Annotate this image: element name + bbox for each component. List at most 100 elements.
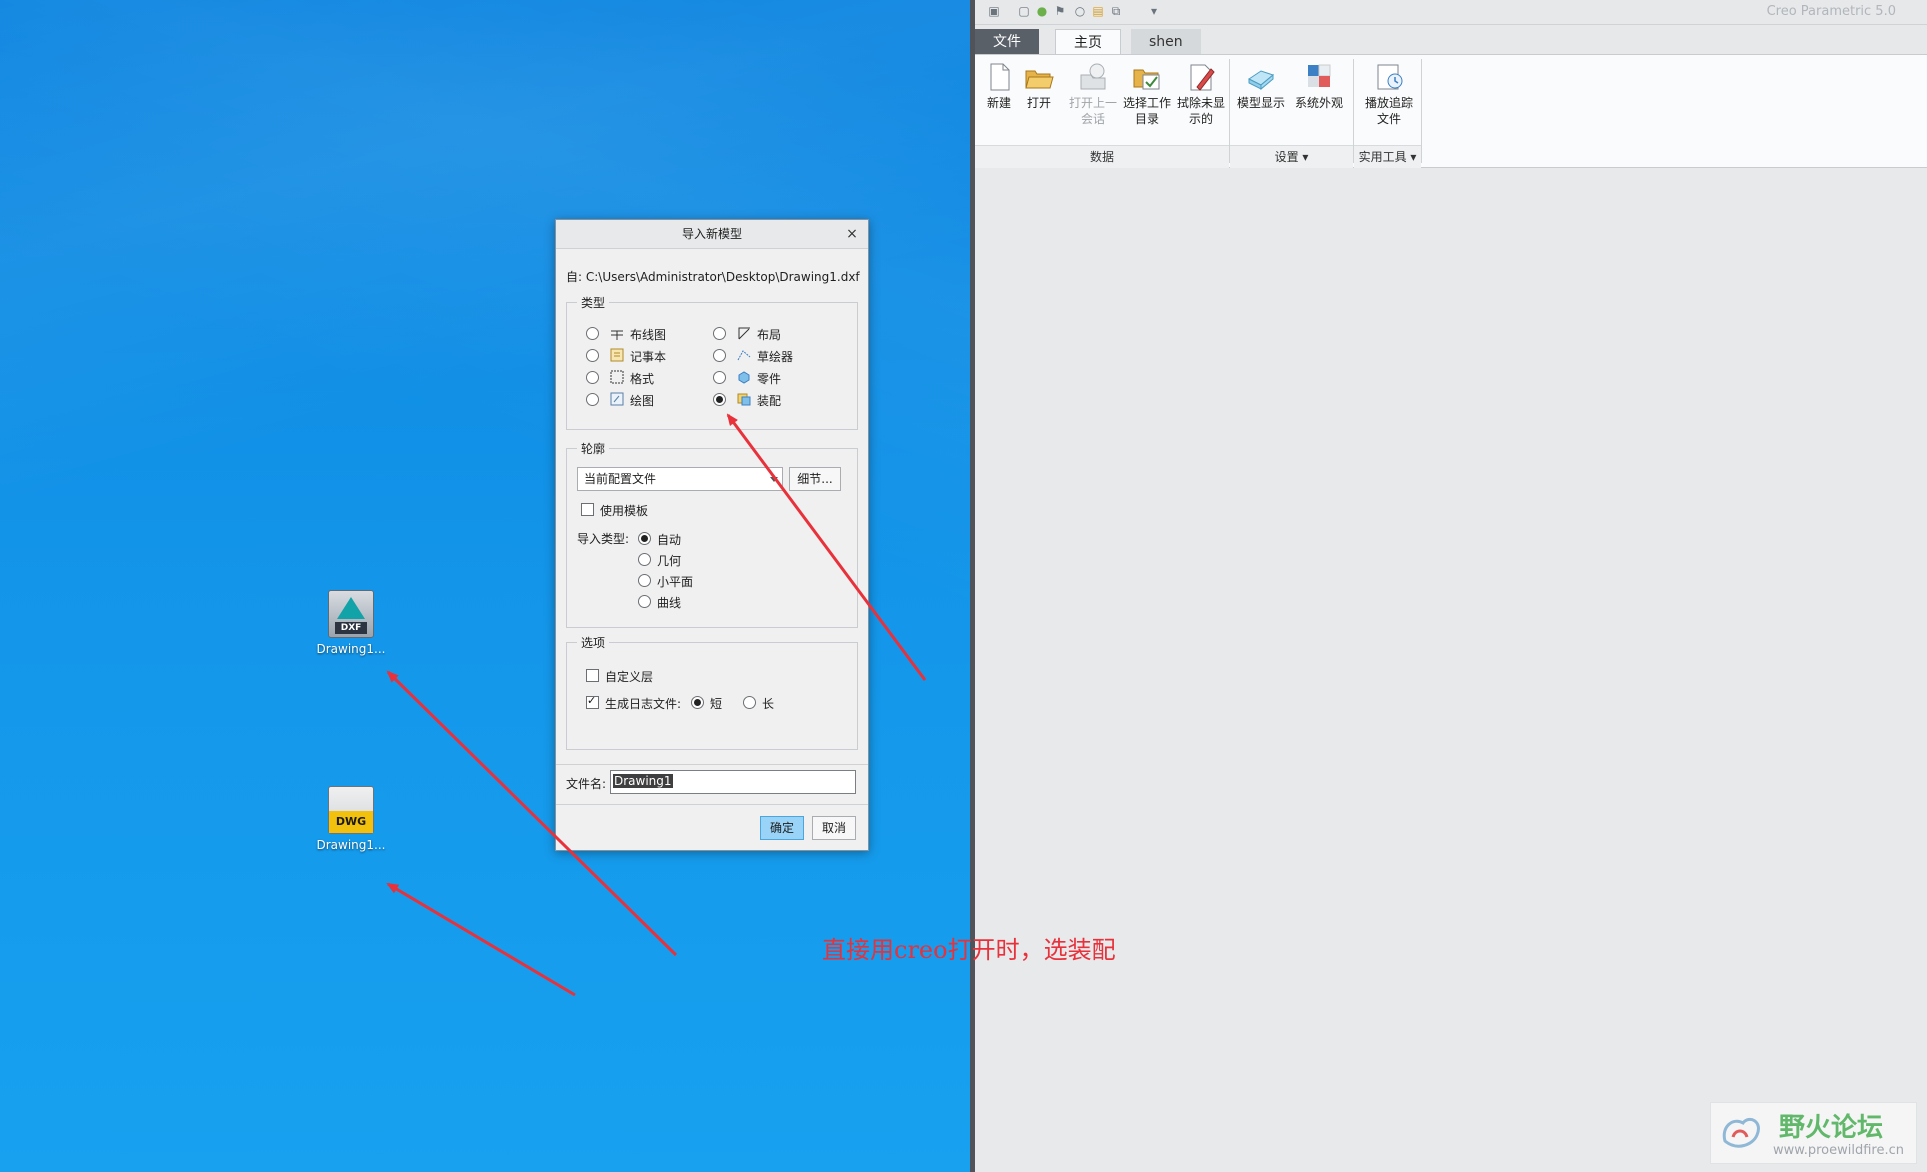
layout-icon xyxy=(737,326,751,340)
drawing-icon xyxy=(610,392,624,406)
radio-wiring-diagram[interactable] xyxy=(586,327,599,340)
sketcher-icon xyxy=(737,348,751,362)
import-type-option: 几何 xyxy=(657,554,682,568)
custom-layer-checkbox[interactable] xyxy=(586,669,599,682)
app-title: Creo Parametric 5.0 xyxy=(1766,4,1896,19)
radio-import-curve[interactable] xyxy=(638,595,651,608)
log-file-checkbox[interactable] xyxy=(586,694,599,709)
profile-legend: 轮廓 xyxy=(577,440,610,457)
profile-select-value: 当前配置文件 xyxy=(584,472,657,486)
desktop-icon-label: Drawing1... xyxy=(316,838,386,852)
tab-home[interactable]: 主页 xyxy=(1055,29,1121,56)
group-utilities-label[interactable]: 实用工具 ▾ xyxy=(1354,145,1421,168)
dialog-divider xyxy=(556,804,868,805)
undo-icon[interactable]: ○ xyxy=(1073,4,1087,18)
desktop-icon-dxf-file[interactable]: DXF Drawing1... xyxy=(306,590,396,656)
forum-logo-icon xyxy=(1719,1111,1765,1155)
details-button[interactable]: 细节... xyxy=(789,467,841,491)
use-template-checkbox[interactable] xyxy=(581,503,594,516)
open-button[interactable]: 打开 xyxy=(1019,61,1059,111)
desktop-icon-label: Drawing1... xyxy=(316,642,386,656)
model-display-button[interactable]: 模型显示 xyxy=(1233,61,1289,111)
radio-layout[interactable] xyxy=(713,327,726,340)
import-type-option: 曲线 xyxy=(657,596,682,610)
radio-import-facet[interactable] xyxy=(638,574,651,587)
radio-log-long[interactable] xyxy=(743,696,756,709)
desktop-icon-dwg-file[interactable]: DWG Drawing1... xyxy=(306,786,396,852)
import-type-label: 导入类型: xyxy=(577,532,630,546)
play-trail-label-line1: 播放追踪 xyxy=(1364,96,1413,110)
radio-assembly[interactable] xyxy=(713,393,726,406)
tab-file[interactable]: 文件 xyxy=(975,29,1039,55)
radio-drawing[interactable] xyxy=(586,393,599,406)
quick-access-toolbar: ▣ ▢ ● ⚑ ○ ▤ ⧉ ▾ Creo Parametric 5.0 xyxy=(975,0,1927,25)
play-trail-label-line2: 文件 xyxy=(1376,112,1401,126)
new-button[interactable]: 新建 xyxy=(979,61,1019,111)
radio-format[interactable] xyxy=(586,371,599,384)
watermark-url: www.proewildfire.cn xyxy=(1773,1143,1904,1158)
erase-icon xyxy=(1185,61,1217,93)
customize-dropdown-icon[interactable]: ▾ xyxy=(1147,4,1161,18)
filename-input[interactable]: Drawing1 xyxy=(610,770,856,794)
radio-log-short[interactable] xyxy=(691,696,704,709)
use-template-label: 使用模板 xyxy=(600,504,649,518)
options-fieldset: 选项 自定义层 生成日志文件: 短 长 xyxy=(566,634,858,750)
ribbon: 新建 打开 打开上一 会话 选择工作 目录 拭除未显 示的 模型显示 系统外观 … xyxy=(975,54,1927,168)
open-last-session-button[interactable]: 打开上一 会话 xyxy=(1065,61,1121,127)
flag-icon[interactable]: ⚑ xyxy=(1053,4,1067,18)
radio-notebook[interactable] xyxy=(586,349,599,362)
dropdown-arrow-icon: ▾ xyxy=(1302,150,1309,164)
dropdown-arrow-icon: ▾ xyxy=(1410,150,1417,164)
dialog-titlebar[interactable]: 导入新模型 × xyxy=(556,220,868,249)
group-separator xyxy=(1421,59,1422,163)
open-last-session-label-line2: 会话 xyxy=(1080,112,1105,126)
watermark-title: 野火论坛 xyxy=(1779,1113,1884,1143)
windows-icon[interactable]: ⧉ xyxy=(1109,4,1123,18)
model-display-icon xyxy=(1245,61,1277,93)
type-label: 装配 xyxy=(757,394,782,408)
creo-window: ▣ ▢ ● ⚑ ○ ▤ ⧉ ▾ Creo Parametric 5.0 文件 主… xyxy=(970,0,1927,1172)
radio-part[interactable] xyxy=(713,371,726,384)
system-appearance-button[interactable]: 系统外观 xyxy=(1291,61,1347,111)
profile-fieldset: 轮廓 当前配置文件 细节... 使用模板 导入类型: 自动 几何 小平面 曲线 xyxy=(566,440,858,628)
radio-import-geometry[interactable] xyxy=(638,553,651,566)
model-display-label: 模型显示 xyxy=(1236,96,1285,110)
ok-button[interactable]: 确定 xyxy=(760,816,804,840)
play-trail-file-button[interactable]: 播放追踪 文件 xyxy=(1357,61,1421,127)
group-settings-label[interactable]: 设置 ▾ xyxy=(1230,145,1353,168)
regenerate-icon[interactable]: ● xyxy=(1035,4,1049,18)
open-button-label: 打开 xyxy=(1026,96,1051,110)
play-trail-file-icon xyxy=(1373,61,1405,93)
dxf-file-icon: DXF xyxy=(328,590,374,638)
type-label: 零件 xyxy=(757,372,782,386)
log-long-label: 长 xyxy=(762,697,775,711)
from-line: 自: C:\Users\Administrator\Desktop\Drawin… xyxy=(566,268,860,285)
import-new-model-dialog: 导入新模型 × 自: C:\Users\Administrator\Deskto… xyxy=(555,219,869,851)
ribbon-tabs: 文件 主页 shen xyxy=(975,25,1927,56)
import-type-option: 自动 xyxy=(657,533,682,547)
close-icon[interactable]: × xyxy=(844,220,860,248)
erase-label-line1: 拭除未显 xyxy=(1176,96,1225,110)
creo-app-icon[interactable]: ▣ xyxy=(987,4,1001,18)
annotation-text: 直接用creo打开时，选装配 xyxy=(822,936,1116,964)
profile-select[interactable]: 当前配置文件 xyxy=(577,467,783,491)
type-label: 布局 xyxy=(757,328,782,342)
radio-sketcher[interactable] xyxy=(713,349,726,362)
dialog-divider xyxy=(556,764,868,765)
open-last-session-label-line1: 打开上一 xyxy=(1068,96,1117,110)
open-folder-icon[interactable]: ▤ xyxy=(1091,4,1105,18)
radio-import-auto[interactable] xyxy=(638,532,651,545)
options-legend: 选项 xyxy=(577,634,610,651)
erase-not-displayed-button[interactable]: 拭除未显 示的 xyxy=(1173,61,1229,127)
new-file-icon[interactable]: ▢ xyxy=(1017,4,1031,18)
chevron-down-icon xyxy=(770,477,778,482)
select-working-dir-label-line2: 目录 xyxy=(1134,112,1159,126)
dwg-file-icon: DWG xyxy=(328,786,374,834)
type-fieldset: 类型 布线图 记事本 格式 绘图 布局 草绘器 零件 装配 xyxy=(566,294,858,430)
type-label: 格式 xyxy=(630,372,655,386)
select-working-dir-button[interactable]: 选择工作 目录 xyxy=(1119,61,1175,127)
new-document-icon xyxy=(983,61,1015,93)
cancel-button[interactable]: 取消 xyxy=(812,816,856,840)
tab-shen[interactable]: shen xyxy=(1131,29,1201,55)
type-legend: 类型 xyxy=(577,294,610,311)
